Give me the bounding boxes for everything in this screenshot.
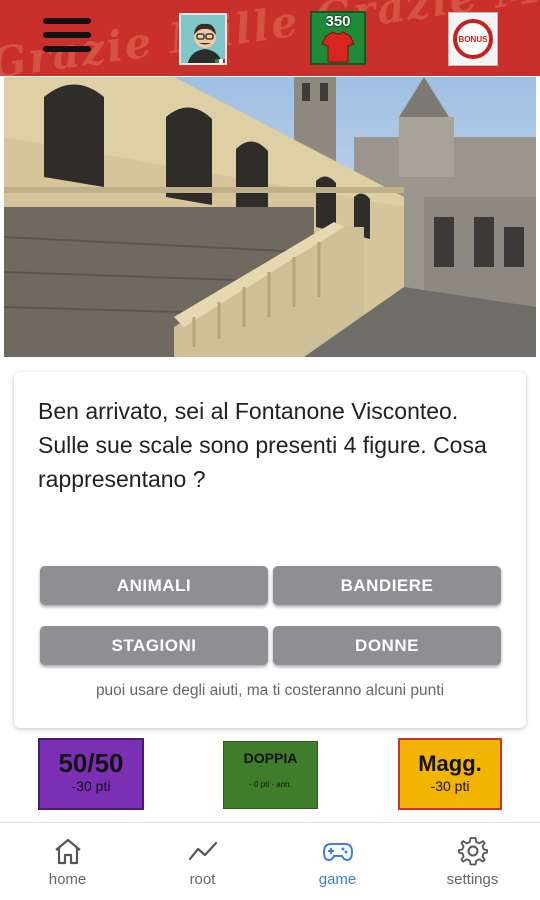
bonus-label: BONUS: [458, 34, 488, 44]
menu-button[interactable]: [43, 18, 91, 56]
gear-icon: [457, 837, 488, 866]
bottom-navigation: home root game settings: [0, 822, 540, 900]
menu-icon-bar: [43, 18, 91, 24]
maggioranza-title: Magg.: [418, 751, 482, 776]
location-photo: [4, 77, 536, 357]
menu-icon-bar: [43, 32, 91, 38]
nav-item-game[interactable]: game: [270, 823, 405, 900]
maggioranza-button[interactable]: Magg. -30 pti: [398, 738, 502, 810]
question-card: Ben arrivato, sei al Fontanone Visconteo…: [14, 372, 526, 728]
answer-button-3[interactable]: STAGIONI: [40, 626, 268, 665]
maggioranza-cost: -30 pti: [430, 778, 470, 794]
bonus-icon: BONUS: [453, 19, 493, 59]
avatar-icon: [181, 15, 225, 63]
doppia-button[interactable]: DOPPIA - 0 pti - ann.: [223, 741, 318, 809]
doppia-title: DOPPIA: [243, 750, 298, 766]
trend-icon: [188, 841, 217, 861]
question-text: Ben arrivato, sei al Fontanone Visconteo…: [38, 398, 487, 492]
fifty-fifty-cost: -30 pti: [71, 778, 111, 794]
score-badge: 350: [310, 11, 366, 65]
menu-icon-bar: [43, 46, 91, 52]
nav-item-settings[interactable]: settings: [405, 823, 540, 900]
location-photo-image: [4, 77, 536, 357]
doppia-cost: - 0 pti - ann.: [249, 780, 292, 789]
nav-item-root[interactable]: root: [135, 823, 270, 900]
answer-button-4[interactable]: DONNE: [273, 626, 501, 665]
nav-label-settings: settings: [446, 871, 499, 888]
nav-item-home[interactable]: home: [0, 823, 135, 900]
fifty-fifty-title: 50/50: [58, 748, 124, 778]
nav-label-game: game: [318, 871, 357, 888]
fifty-fifty-button[interactable]: 50/50 -30 pti: [38, 738, 144, 810]
hint-text: puoi usare degli aiuti, ma ti costeranno…: [95, 682, 445, 699]
gamepad-icon: [322, 843, 353, 862]
nav-label-root: root: [189, 871, 216, 888]
top-bar: Grazie Mille Grazie Mille 350 BONUS: [0, 0, 540, 76]
avatar[interactable]: [179, 13, 227, 65]
jersey-icon: [321, 31, 355, 63]
bonus-button[interactable]: BONUS: [448, 12, 498, 66]
score-value: 350: [325, 13, 351, 30]
nav-label-home: home: [48, 871, 87, 888]
answer-button-1[interactable]: ANIMALI: [40, 566, 268, 605]
answer-button-2[interactable]: BANDIERE: [273, 566, 501, 605]
home-icon: [54, 838, 81, 865]
